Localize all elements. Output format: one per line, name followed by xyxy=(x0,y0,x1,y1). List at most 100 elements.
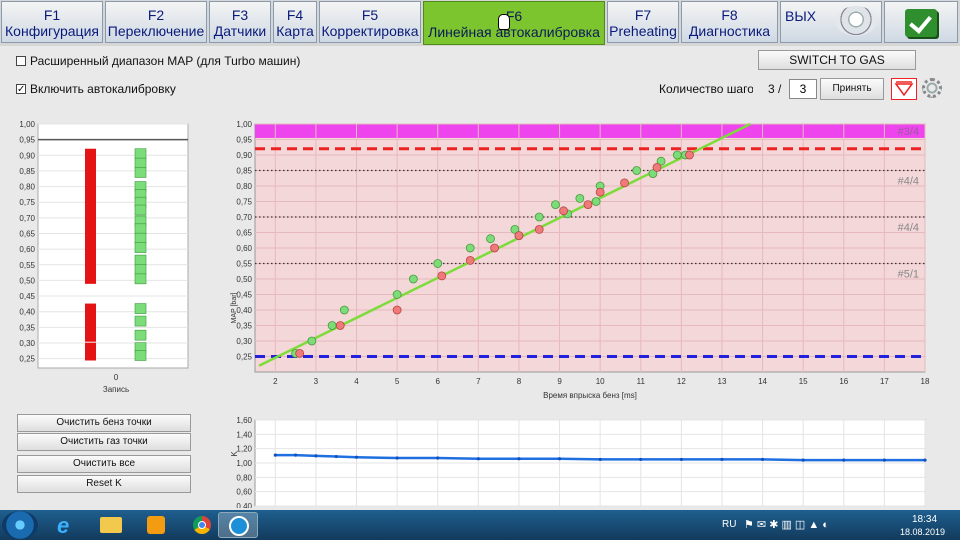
reset-k-button[interactable]: Reset K xyxy=(17,475,191,493)
file-explorer-icon[interactable] xyxy=(90,512,130,538)
folder-glyph xyxy=(100,517,122,533)
petrol-record-marker xyxy=(85,322,96,333)
autocalibration-checkbox[interactable]: ✓ Включить автокалибровку xyxy=(16,82,176,96)
chrome-icon[interactable] xyxy=(182,512,222,538)
checkmark-icon xyxy=(905,9,937,37)
petrol-point xyxy=(295,348,305,358)
media-glyph xyxy=(147,516,165,534)
threshold-label: #5/1 xyxy=(898,269,919,281)
y-tick-label: 0,80 xyxy=(236,182,252,191)
side-x-axis-title: Запись xyxy=(103,385,129,394)
gas-point xyxy=(339,305,349,315)
petrol-point xyxy=(437,271,447,281)
y-tick-label: 0,85 xyxy=(236,167,252,176)
petrol-point xyxy=(583,200,593,209)
gas-point xyxy=(327,321,337,330)
svg-text:e: e xyxy=(57,513,69,538)
tab-label: Preheating xyxy=(609,23,677,39)
tab-f2-switching[interactable]: F2 Переключение xyxy=(105,1,207,43)
k-point xyxy=(314,454,318,458)
gas-record-marker xyxy=(134,204,147,216)
checkbox-box-checked[interactable]: ✓ xyxy=(16,84,26,95)
app-glyph xyxy=(229,516,249,536)
settings-gear-icon[interactable] xyxy=(922,78,942,98)
tab-f3-sensors[interactable]: F3 Датчики xyxy=(209,1,271,43)
tab-label: Конфигурация xyxy=(5,23,99,39)
internet-explorer-icon[interactable]: e xyxy=(44,512,84,538)
clear-gas-points-button[interactable]: Очистить газ точки xyxy=(17,433,191,451)
ie-glyph: e xyxy=(57,513,69,538)
k-point xyxy=(882,458,886,462)
clock-time[interactable]: 18:34 xyxy=(912,514,937,525)
k-factor-chart: 1,601,401,201,000,800,600,40K xyxy=(230,416,927,508)
language-indicator[interactable]: RU xyxy=(722,519,736,530)
k-point xyxy=(395,456,399,460)
petrol-point xyxy=(514,231,524,240)
clear-petrol-label: Очистить бенз точки xyxy=(56,417,152,428)
tab-f5-correction[interactable]: F5 Корректировка xyxy=(319,1,421,43)
side-y-tick-label: 1,00 xyxy=(19,120,35,129)
gas-point xyxy=(591,197,601,206)
petrol-record-marker xyxy=(85,148,96,159)
x-tick-label: 15 xyxy=(799,377,808,386)
y-tick-label: 0,60 xyxy=(236,244,252,253)
tab-f4-map[interactable]: F4 Карта xyxy=(273,1,317,43)
tab-key: F7 xyxy=(634,7,652,23)
gas-record-marker xyxy=(134,264,147,275)
petrol-point xyxy=(652,163,662,172)
petrol-record-marker xyxy=(85,255,96,266)
windows-taskbar: e RU ⚑ ✉ ✱ ▥ ◫ ▲ ◐ 18:34 18.08.2019 xyxy=(0,510,960,540)
k-y-tick-label: 0,60 xyxy=(236,488,252,497)
gas-point xyxy=(575,194,585,203)
active-app-taskbar-icon[interactable] xyxy=(218,512,258,538)
k-y-tick-label: 0,80 xyxy=(236,473,252,482)
petrol-point xyxy=(595,187,605,197)
x-tick-label: 14 xyxy=(758,377,767,386)
k-point xyxy=(476,457,480,461)
confirm-button[interactable] xyxy=(884,1,958,43)
y-tick-label: 0,65 xyxy=(236,229,252,238)
mouse-cursor-icon xyxy=(498,14,510,30)
tab-f8-diagnostics[interactable]: F8 Диагностика xyxy=(681,1,778,43)
y-tick-label: 0,55 xyxy=(236,260,252,269)
gas-point xyxy=(672,150,682,160)
extended-map-checkbox[interactable]: Расширенный диапазон MAP (для Turbo маши… xyxy=(16,54,300,68)
clock-date[interactable]: 18.08.2019 xyxy=(900,527,945,537)
k-point xyxy=(720,457,724,462)
tab-key: F5 xyxy=(361,7,379,23)
clear-petrol-points-button[interactable]: Очистить бенз точки xyxy=(17,414,191,432)
side-y-tick-label: 0,50 xyxy=(19,276,35,285)
tab-key: F4 xyxy=(286,7,304,23)
petrol-point xyxy=(534,225,544,234)
apply-button[interactable]: Принять xyxy=(820,78,884,100)
steps-label: Количество шагов xyxy=(659,82,753,96)
checkbox-box[interactable] xyxy=(16,56,26,66)
petrol-point xyxy=(465,255,475,265)
threshold-label: #4/4 xyxy=(898,222,919,234)
k-point xyxy=(639,457,643,462)
filter-icon[interactable] xyxy=(891,78,917,100)
petrol-record-marker xyxy=(85,350,96,361)
y-tick-label: 0,50 xyxy=(236,275,252,284)
start-button-icon[interactable] xyxy=(2,511,38,539)
tab-f6-linear-autocalibration[interactable]: F6 Линейная автокалибровка xyxy=(423,1,605,45)
y-tick-label: 0,35 xyxy=(236,322,252,331)
petrol-record-marker xyxy=(85,273,96,284)
k-point xyxy=(679,457,683,462)
clear-all-button[interactable]: Очистить все xyxy=(17,455,191,473)
power-icon[interactable] xyxy=(836,6,876,36)
side-y-tick-label: 0,55 xyxy=(19,261,35,270)
k-point xyxy=(436,456,440,460)
switch-to-gas-button[interactable]: SWITCH TO GAS xyxy=(758,50,916,70)
petrol-point xyxy=(392,305,402,315)
tab-f7-preheating[interactable]: F7 Preheating xyxy=(607,1,679,43)
petrol-point xyxy=(335,321,345,330)
tray-icons[interactable]: ⚑ ✉ ✱ ▥ ◫ ▲ ◐ xyxy=(744,518,829,531)
tab-f1-configuration[interactable]: F1 Конфигурация xyxy=(1,1,103,43)
steps-input[interactable]: 3 xyxy=(789,79,817,99)
media-player-icon[interactable] xyxy=(136,512,176,538)
recorded-points-chart: 1,00 0,95 0,90 0,85 0,80 0,75 0,70 0,65 0,60 0,55… xyxy=(19,120,189,394)
tab-label: Корректировка xyxy=(321,23,419,39)
gas-point xyxy=(465,243,475,253)
y-tick-label: 0,70 xyxy=(236,213,252,222)
